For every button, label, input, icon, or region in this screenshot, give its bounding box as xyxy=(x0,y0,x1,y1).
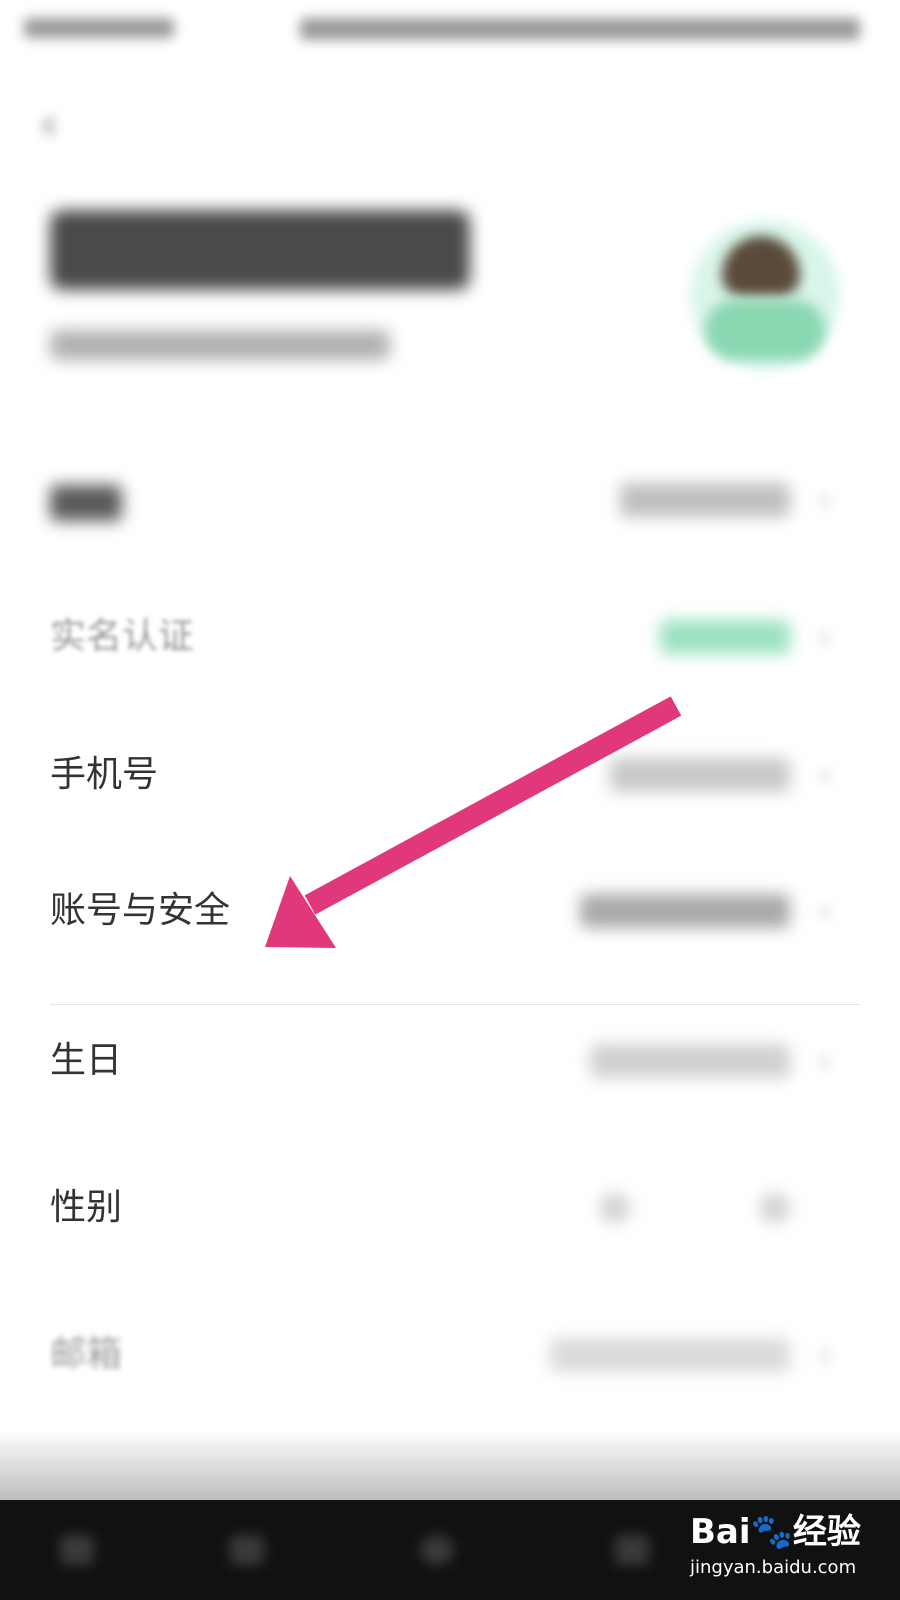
account-security-value xyxy=(580,894,790,928)
row-label-phone: 手机号 xyxy=(50,754,159,795)
gender-option-female[interactable] xyxy=(760,1193,790,1223)
chevron-right-icon: › xyxy=(818,1041,832,1081)
row-label-account-security: 账号与安全 xyxy=(50,890,231,931)
section-divider xyxy=(50,1004,860,1005)
chevron-left-icon[interactable]: ‹ xyxy=(40,100,84,150)
row-label-email: 邮箱 xyxy=(50,1334,123,1375)
nav-menu-icon[interactable] xyxy=(60,1535,94,1565)
nav-back-icon[interactable] xyxy=(230,1535,264,1565)
avatar-body xyxy=(705,300,825,360)
status-carrier xyxy=(24,18,174,38)
page-title xyxy=(50,210,470,290)
watermark-url: jingyan.baidu.com xyxy=(690,1557,857,1578)
nav-home-icon[interactable] xyxy=(420,1535,454,1565)
page-subtitle xyxy=(50,330,390,360)
birthday-value xyxy=(590,1044,790,1078)
status-icons xyxy=(300,18,860,40)
row-nickname[interactable]: › xyxy=(0,455,900,545)
nickname-label xyxy=(50,485,122,521)
watermark: Bai🐾经验 jingyan.baidu.com xyxy=(690,1510,890,1590)
row-email[interactable]: 邮箱 › xyxy=(0,1310,900,1400)
verified-badge xyxy=(660,620,790,654)
nickname-value xyxy=(620,483,790,517)
row-label-real-name: 实名认证 xyxy=(50,616,195,657)
row-birthday[interactable]: 生日 › xyxy=(0,1016,900,1106)
chevron-right-icon: › xyxy=(818,480,832,520)
row-account-security[interactable]: 账号与安全 › xyxy=(0,866,900,956)
status-bar xyxy=(0,0,900,60)
gender-option-male[interactable] xyxy=(600,1193,630,1223)
chevron-right-icon: › xyxy=(818,891,832,931)
row-real-name[interactable]: 实名认证 › xyxy=(0,592,900,682)
chevron-right-icon: › xyxy=(818,617,832,657)
nav-recents-icon[interactable] xyxy=(615,1535,649,1565)
email-value xyxy=(550,1338,790,1372)
phone-value xyxy=(610,758,790,792)
row-gender[interactable]: 性别 xyxy=(0,1163,900,1253)
row-phone[interactable]: 手机号 › xyxy=(0,730,900,820)
bottom-fade xyxy=(0,1430,900,1500)
watermark-brand: Bai🐾经验 xyxy=(690,1512,861,1552)
row-label-birthday: 生日 xyxy=(50,1040,123,1081)
chevron-right-icon: › xyxy=(818,1335,832,1375)
chevron-right-icon: › xyxy=(818,755,832,795)
row-label-gender: 性别 xyxy=(50,1187,123,1228)
